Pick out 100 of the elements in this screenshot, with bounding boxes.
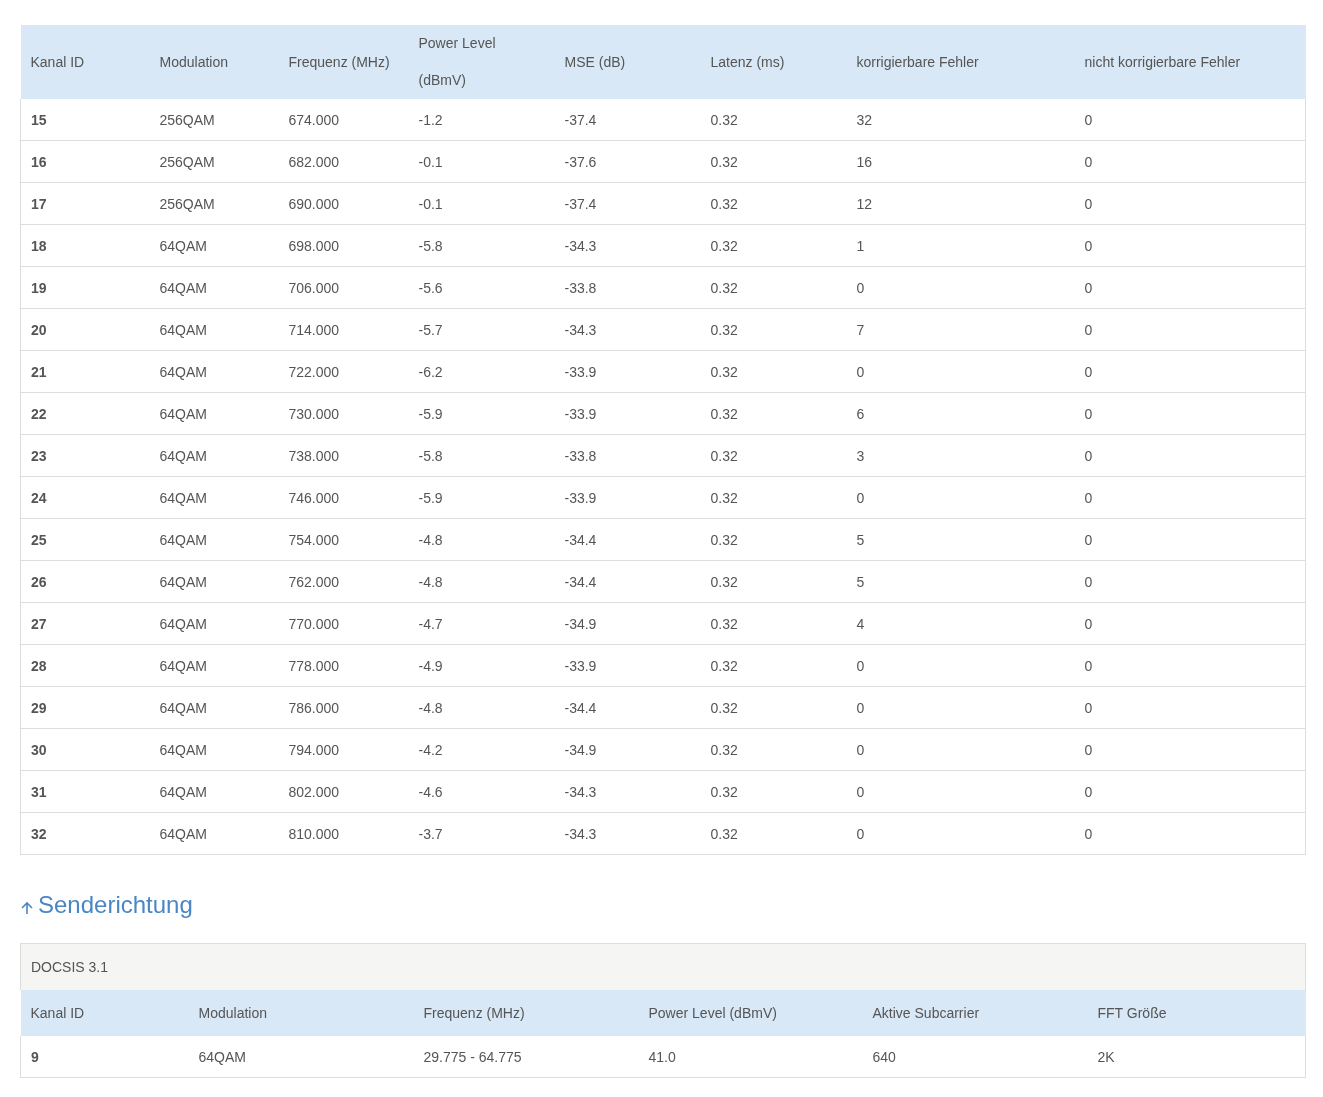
table-cell: -3.7 (408, 812, 555, 855)
table-cell: 0 (846, 476, 1075, 519)
table-cell: 0 (1074, 350, 1306, 393)
table-cell: 0 (1074, 140, 1306, 183)
table-cell: -4.8 (408, 560, 555, 603)
column-header: Frequenz (MHz) (413, 990, 639, 1036)
column-header: Latenz (ms) (700, 25, 847, 99)
table-cell: -0.1 (408, 182, 555, 225)
column-header: nicht korrigierbare Fehler (1074, 25, 1306, 99)
table-cell: -5.7 (408, 308, 555, 351)
table-cell: 64QAM (149, 224, 279, 267)
table-cell: -37.4 (554, 182, 701, 225)
table-cell: -34.9 (554, 728, 701, 771)
table-cell: 0 (1074, 476, 1306, 519)
table-cell: 29 (20, 686, 150, 729)
column-header: Kanal ID (20, 990, 189, 1036)
table-cell: 5 (846, 560, 1075, 603)
table-cell: 16 (20, 140, 150, 183)
table-cell: 0 (1074, 182, 1306, 225)
table-cell: 17 (20, 182, 150, 225)
table-cell: 7 (846, 308, 1075, 351)
table-cell: 714.000 (278, 308, 409, 351)
table-cell: 0.32 (700, 308, 847, 351)
table-cell: 0 (1074, 602, 1306, 645)
table-cell: 0 (1074, 728, 1306, 771)
table-cell: 810.000 (278, 812, 409, 855)
table-cell: 762.000 (278, 560, 409, 603)
table-cell: 0 (846, 644, 1075, 687)
table-cell: 0 (1074, 518, 1306, 561)
column-header: Modulation (188, 990, 414, 1036)
table-cell: 19 (20, 266, 150, 309)
table-cell: -5.6 (408, 266, 555, 309)
table-cell: 0 (1074, 434, 1306, 477)
table-cell: 64QAM (149, 518, 279, 561)
table-cell: 64QAM (149, 308, 279, 351)
table-cell: 64QAM (149, 770, 279, 813)
column-header: Modulation (149, 25, 279, 99)
table-cell: -1.2 (408, 99, 555, 141)
table-cell: 0.32 (700, 560, 847, 603)
column-header: Power Level (dBmV) (638, 990, 863, 1036)
table-cell: 41.0 (638, 1036, 863, 1078)
table-cell: 794.000 (278, 728, 409, 771)
up-arrow-icon (20, 901, 34, 915)
table-cell: 64QAM (149, 560, 279, 603)
section-title: Senderichtung (38, 891, 193, 919)
table-cell: -34.4 (554, 518, 701, 561)
table-cell: -5.8 (408, 434, 555, 477)
table-cell: 21 (20, 350, 150, 393)
table-cell: 1 (846, 224, 1075, 267)
table-cell: 24 (20, 476, 150, 519)
table-cell: -33.9 (554, 350, 701, 393)
table-cell: -34.4 (554, 686, 701, 729)
table-cell: 674.000 (278, 99, 409, 141)
table-cell: 64QAM (149, 728, 279, 771)
table-cell: -34.3 (554, 224, 701, 267)
table-cell: -4.8 (408, 518, 555, 561)
table-cell: 0.32 (700, 224, 847, 267)
column-header: korrigierbare Fehler (846, 25, 1075, 99)
table-cell: -33.8 (554, 266, 701, 309)
column-header: Aktive Subcarrier (862, 990, 1088, 1036)
table-cell: 23 (20, 434, 150, 477)
table-cell: 27 (20, 602, 150, 645)
table-cell: 2K (1087, 1036, 1306, 1078)
table-cell: 0.32 (700, 350, 847, 393)
table-cell: 706.000 (278, 266, 409, 309)
table-cell: 32 (846, 99, 1075, 141)
table-cell: 0 (846, 812, 1075, 855)
table-cell: 15 (20, 99, 150, 141)
table-cell: -5.8 (408, 224, 555, 267)
table-cell: 0.32 (700, 434, 847, 477)
table-cell: 3 (846, 434, 1075, 477)
table-cell: 0 (1074, 770, 1306, 813)
table-cell: 16 (846, 140, 1075, 183)
table-cell: 802.000 (278, 770, 409, 813)
table-cell: 256QAM (149, 140, 279, 183)
table-cell: 0 (1074, 308, 1306, 351)
table-cell: 64QAM (149, 392, 279, 435)
table-cell: 64QAM (149, 476, 279, 519)
table-cell: -5.9 (408, 392, 555, 435)
table-cell: 0.32 (700, 476, 847, 519)
table-cell: -5.9 (408, 476, 555, 519)
table-cell: 5 (846, 518, 1075, 561)
table-cell: -4.6 (408, 770, 555, 813)
table-caption: DOCSIS 3.1 (20, 943, 1306, 990)
table-cell: 0 (846, 770, 1075, 813)
table-cell: 0 (846, 350, 1075, 393)
table-cell: 682.000 (278, 140, 409, 183)
table-cell: 722.000 (278, 350, 409, 393)
table-cell: -0.1 (408, 140, 555, 183)
table-cell: -4.9 (408, 644, 555, 687)
table-cell: 64QAM (188, 1036, 414, 1078)
table-cell: 778.000 (278, 644, 409, 687)
table-cell: -34.3 (554, 770, 701, 813)
table-cell: 64QAM (149, 812, 279, 855)
table-cell: 0.32 (700, 812, 847, 855)
table-cell: -33.9 (554, 476, 701, 519)
table-cell: 698.000 (278, 224, 409, 267)
table-cell: 0.32 (700, 602, 847, 645)
table-cell: 4 (846, 602, 1075, 645)
table-cell: -4.8 (408, 686, 555, 729)
